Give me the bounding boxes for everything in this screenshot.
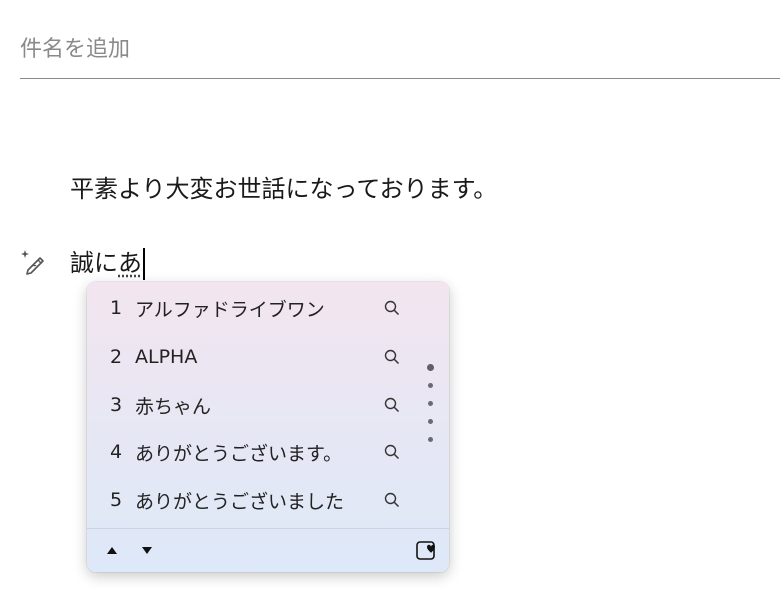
candidate-text: アルファドライブワン xyxy=(135,298,325,321)
copilot-rewrite-icon[interactable] xyxy=(20,248,48,276)
page-dot xyxy=(428,419,433,424)
candidate-number: 4 xyxy=(110,441,123,463)
emoji-favorites-icon[interactable] xyxy=(414,539,438,563)
page-dot xyxy=(428,401,433,406)
candidate-text: 赤ちゃん xyxy=(135,395,212,418)
ime-candidate-window: 1 アルファドライブワン 2 ALPHA 3 赤ちゃん 4 ありがとうございます… xyxy=(87,282,449,572)
candidate-item-1[interactable]: 1 アルファドライブワン xyxy=(87,285,417,331)
page-dot xyxy=(428,383,433,388)
subject-placeholder: 件名を追加 xyxy=(20,37,131,62)
candidate-item-4[interactable]: 4 ありがとうございます。 xyxy=(87,429,417,475)
committed-text: 誠に xyxy=(70,249,118,277)
candidate-item-3[interactable]: 3 赤ちゃん xyxy=(87,382,417,428)
body-line-2[interactable]: 誠にあ xyxy=(70,246,145,280)
candidate-text: ありがとうございます。 xyxy=(135,442,343,465)
candidate-number: 3 xyxy=(110,394,123,416)
page-down-icon[interactable] xyxy=(138,541,156,559)
subject-field[interactable]: 件名を追加 xyxy=(20,34,780,79)
search-icon[interactable] xyxy=(383,299,401,317)
page-up-icon[interactable] xyxy=(103,541,121,559)
body-line-1: 平素より大変お世話になっております。 xyxy=(70,175,498,203)
page-dot xyxy=(428,437,433,442)
candidate-item-5[interactable]: 5 ありがとうございました xyxy=(87,477,417,523)
candidate-number: 2 xyxy=(110,346,123,368)
ime-panel-footer xyxy=(87,528,449,572)
composing-text: あ xyxy=(118,249,142,277)
search-icon[interactable] xyxy=(383,443,401,461)
candidate-number: 1 xyxy=(110,297,123,319)
search-icon[interactable] xyxy=(383,348,401,366)
candidate-text: ありがとうございました xyxy=(135,490,345,513)
search-icon[interactable] xyxy=(383,491,401,509)
candidate-item-2[interactable]: 2 ALPHA xyxy=(87,334,417,380)
text-caret xyxy=(143,248,145,280)
candidate-text: ALPHA xyxy=(135,346,198,368)
page-dot-active xyxy=(427,364,434,371)
page-indicator[interactable] xyxy=(427,364,435,444)
candidate-number: 5 xyxy=(110,489,123,511)
search-icon[interactable] xyxy=(383,396,401,414)
